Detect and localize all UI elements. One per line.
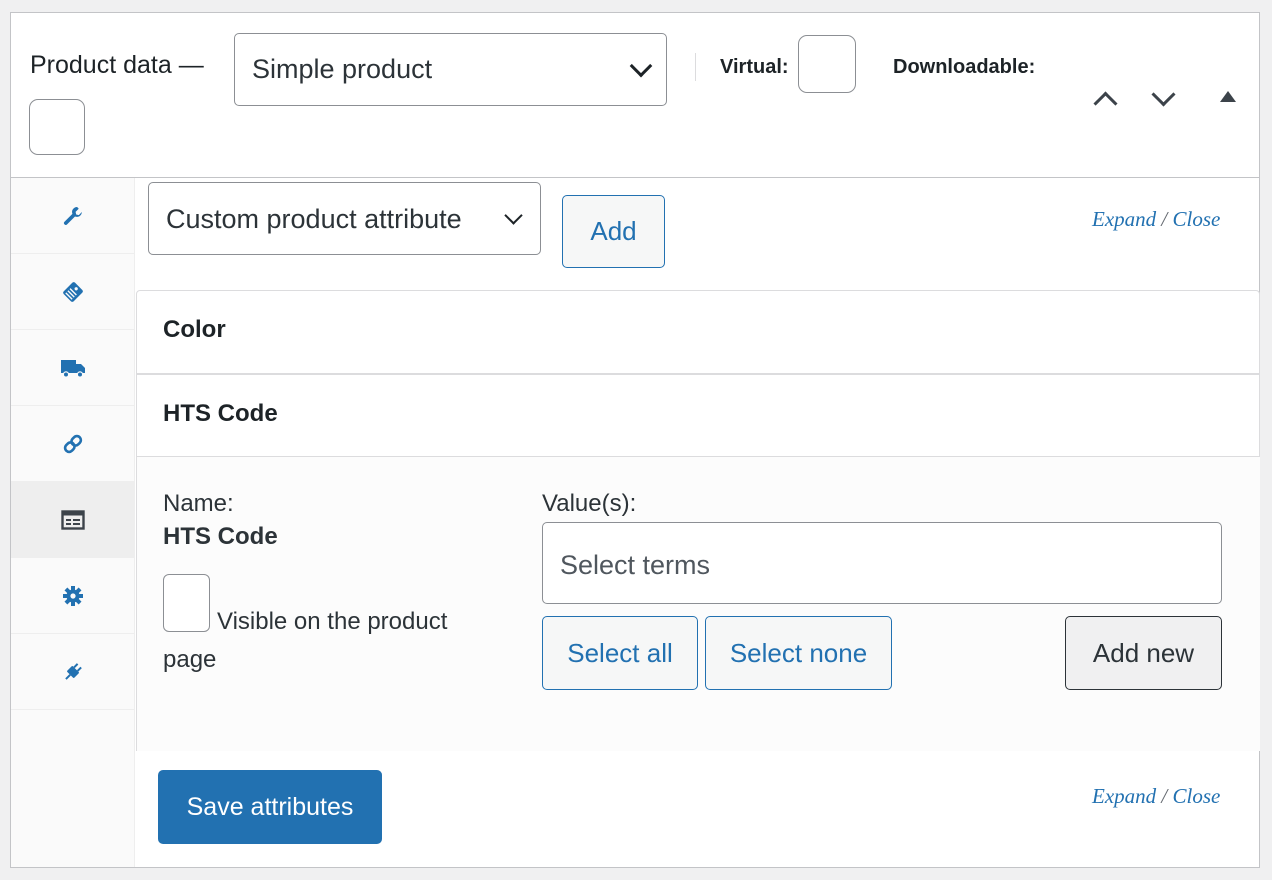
close-link[interactable]: Close	[1173, 784, 1221, 808]
save-attributes-button[interactable]: Save attributes	[158, 770, 382, 844]
attribute-name: Color	[163, 316, 226, 343]
chevron-down-icon	[629, 54, 653, 78]
attributes-card-icon	[61, 509, 85, 530]
expand-close-bottom: Expand / Close	[1092, 784, 1220, 809]
tab-advanced[interactable]	[11, 558, 135, 634]
add-new-button[interactable]: Add new	[1065, 616, 1222, 690]
truck-icon	[61, 359, 85, 378]
expand-close-separator: /	[1161, 784, 1168, 808]
wrench-icon	[63, 206, 82, 225]
tab-shipping[interactable]	[11, 330, 135, 406]
attribute-row[interactable]: Color	[136, 290, 1260, 374]
checkbox[interactable]	[29, 99, 85, 155]
collapse-toggle-icon[interactable]	[1220, 91, 1236, 102]
chevron-down-icon	[504, 206, 523, 225]
virtual-label: Virtual:	[720, 56, 789, 78]
downloadable-label: Downloadable:	[893, 56, 1036, 78]
values-label: Value(s):	[542, 490, 637, 517]
attribute-select-value: Custom product attribute	[166, 204, 462, 234]
visible-label: Visible on the product page	[163, 608, 448, 673]
product-data-header: Product data — Simple product Virtual: D…	[11, 13, 1259, 178]
product-type-select[interactable]: Simple product	[234, 33, 667, 106]
expand-close-top: Expand / Close	[1092, 207, 1220, 232]
tab-linked-products[interactable]	[11, 406, 135, 482]
attribute-row[interactable]: HTS Code	[136, 374, 1260, 457]
move-up-icon[interactable]	[1093, 91, 1118, 116]
product-data-title: Product data —	[30, 51, 204, 79]
move-down-icon[interactable]	[1151, 82, 1176, 107]
product-data-tabs	[11, 178, 135, 867]
gear-icon	[63, 585, 83, 606]
virtual-checkbox[interactable]	[798, 35, 856, 93]
tab-inventory[interactable]	[11, 254, 135, 330]
add-attribute-button[interactable]: Add	[562, 195, 665, 268]
expand-link[interactable]: Expand	[1092, 784, 1156, 808]
name-value: HTS Code	[163, 523, 278, 550]
expand-close-separator: /	[1161, 207, 1168, 231]
tab-general[interactable]	[11, 178, 135, 254]
attribute-name: HTS Code	[163, 400, 278, 427]
product-type-value: Simple product	[252, 54, 433, 84]
select-none-button[interactable]: Select none	[705, 616, 892, 690]
select-all-button[interactable]: Select all	[542, 616, 698, 690]
tag-icon	[63, 281, 83, 302]
link-icon	[63, 434, 83, 453]
name-label: Name:	[163, 490, 234, 517]
separator	[695, 53, 696, 81]
attribute-select[interactable]: Custom product attribute	[148, 182, 541, 255]
select-terms-input[interactable]: Select terms	[542, 522, 1222, 604]
close-link[interactable]: Close	[1173, 207, 1221, 231]
tab-get-more-options[interactable]	[11, 634, 135, 710]
plug-icon	[65, 662, 82, 680]
tab-attributes[interactable]	[11, 482, 135, 558]
expand-link[interactable]: Expand	[1092, 207, 1156, 231]
